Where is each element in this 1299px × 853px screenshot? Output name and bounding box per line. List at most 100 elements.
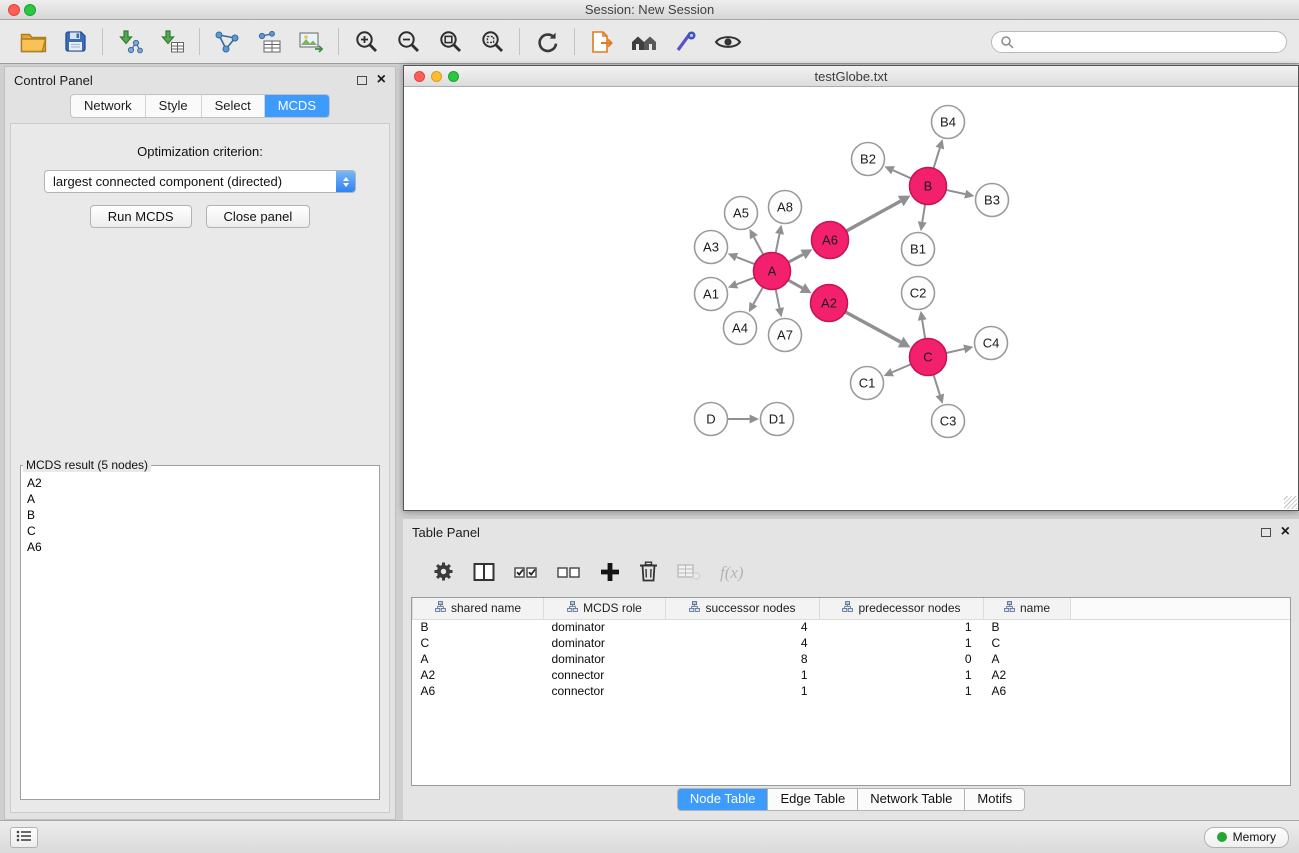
network-table-button[interactable] [251, 25, 287, 59]
edge-A-A4[interactable] [753, 287, 763, 304]
network-window-titlebar[interactable]: testGlobe.txt [404, 66, 1298, 87]
zoom-in-button[interactable] [348, 25, 384, 59]
network-node-A2[interactable]: A2 [811, 285, 848, 322]
add-row-button[interactable] [600, 562, 620, 585]
network-zoom-button[interactable] [448, 71, 459, 82]
cell-predecessor-nodes[interactable]: 0 [820, 651, 984, 667]
result-item[interactable]: B [27, 507, 373, 523]
edge-A2-C[interactable] [845, 312, 900, 342]
network-minimize-button[interactable] [431, 71, 442, 82]
table-row[interactable]: A2connector11A2 [413, 667, 1291, 683]
network-close-button[interactable] [414, 71, 425, 82]
network-node-A7[interactable]: A7 [769, 319, 802, 352]
network-node-A1[interactable]: A1 [695, 278, 728, 311]
network-node-C[interactable]: C [910, 339, 947, 376]
cell-MCDS-role[interactable]: dominator [544, 635, 666, 651]
task-history-button[interactable] [10, 827, 38, 848]
network-node-A6[interactable]: A6 [812, 222, 849, 259]
edge-A-A2[interactable] [788, 280, 802, 288]
cell-name[interactable]: B [984, 619, 1071, 635]
network-node-A4[interactable]: A4 [724, 312, 757, 345]
refresh-layout-button[interactable] [529, 25, 565, 59]
float-panel-icon[interactable] [357, 76, 367, 85]
network-node-B[interactable]: B [910, 168, 947, 205]
cell-MCDS-role[interactable]: dominator [544, 619, 666, 635]
export-document-button[interactable] [584, 25, 620, 59]
edge-A-A6[interactable] [788, 254, 803, 262]
tab-network[interactable]: Network [71, 95, 146, 117]
column-header-name[interactable]: name [984, 598, 1071, 619]
export-image-button[interactable] [293, 25, 329, 59]
result-item[interactable]: C [27, 523, 373, 539]
search-field[interactable] [991, 31, 1287, 53]
edge-B-B4[interactable] [934, 148, 940, 168]
tab-style[interactable]: Style [146, 95, 202, 117]
optimization-dropdown[interactable]: largest connected component (directed) [44, 170, 356, 193]
edge-A-A3[interactable] [736, 257, 754, 264]
open-session-button[interactable] [15, 25, 51, 59]
result-item[interactable]: A [27, 491, 373, 507]
run-mcds-button[interactable]: Run MCDS [90, 205, 192, 228]
edge-C-C3[interactable] [934, 375, 940, 395]
cell-MCDS-role[interactable]: connector [544, 667, 666, 683]
cell-shared-name[interactable]: A2 [413, 667, 544, 683]
cell-name[interactable]: C [984, 635, 1071, 651]
cell-predecessor-nodes[interactable]: 1 [820, 683, 984, 699]
result-item[interactable]: A6 [27, 539, 373, 555]
table-row[interactable]: Bdominator41B [413, 619, 1291, 635]
network-node-D[interactable]: D [695, 403, 728, 436]
network-node-A8[interactable]: A8 [769, 191, 802, 224]
edge-B-B1[interactable] [922, 204, 925, 222]
close-table-panel-icon[interactable] [1281, 527, 1290, 537]
zoom-out-button[interactable] [390, 25, 426, 59]
import-network-button[interactable] [112, 25, 148, 59]
cell-shared-name[interactable]: B [413, 619, 544, 635]
cell-predecessor-nodes[interactable]: 1 [820, 635, 984, 651]
tab-node-table[interactable]: Node Table [677, 788, 769, 811]
edge-A6-B[interactable] [846, 201, 900, 231]
result-item[interactable]: A2 [27, 475, 373, 491]
table-row[interactable]: Cdominator41C [413, 635, 1291, 651]
cell-name[interactable]: A [984, 651, 1071, 667]
network-node-A3[interactable]: A3 [695, 231, 728, 264]
network-node-B2[interactable]: B2 [852, 143, 885, 176]
table-settings-button[interactable] [433, 561, 454, 585]
close-panel-icon[interactable] [377, 75, 386, 85]
cell-predecessor-nodes[interactable]: 1 [820, 619, 984, 635]
network-view[interactable]: B4B2BB3A8A5A6A3B1AC2A1A2A4A7C4CC1C3DD1 [404, 87, 1298, 510]
close-panel-button[interactable]: Close panel [206, 205, 311, 228]
cell-shared-name[interactable]: A6 [413, 683, 544, 699]
tab-motifs[interactable]: Motifs [965, 788, 1025, 811]
deselect-all-button[interactable] [557, 563, 581, 584]
tab-select[interactable]: Select [202, 95, 265, 117]
cell-successor-nodes[interactable]: 1 [666, 667, 820, 683]
network-node-B1[interactable]: B1 [902, 233, 935, 266]
cell-successor-nodes[interactable]: 4 [666, 635, 820, 651]
style-annotation-button[interactable] [668, 25, 704, 59]
cell-successor-nodes[interactable]: 4 [666, 619, 820, 635]
column-header-successor-nodes[interactable]: successor nodes [666, 598, 820, 619]
show-hide-button[interactable] [710, 25, 746, 59]
cell-MCDS-role[interactable]: dominator [544, 651, 666, 667]
search-input[interactable] [1019, 35, 1278, 49]
network-node-A[interactable]: A [754, 253, 791, 290]
column-header-shared-name[interactable]: shared name [413, 598, 544, 619]
app-titlebar[interactable]: Session: New Session [0, 0, 1299, 20]
tab-mcds[interactable]: MCDS [265, 95, 329, 117]
network-node-C1[interactable]: C1 [851, 367, 884, 400]
edge-C-C2[interactable] [922, 320, 925, 339]
edge-A-A1[interactable] [737, 278, 755, 285]
zoom-fit-button[interactable] [432, 25, 468, 59]
edge-B-B2[interactable] [893, 170, 911, 178]
edge-A-A8[interactable] [776, 234, 780, 253]
zoom-window-button[interactable] [24, 4, 36, 16]
column-header-MCDS-role[interactable]: MCDS role [544, 598, 666, 619]
cell-shared-name[interactable]: C [413, 635, 544, 651]
edge-A-A5[interactable] [754, 237, 763, 255]
resize-grip-icon[interactable] [1284, 496, 1297, 509]
float-table-panel-icon[interactable] [1261, 528, 1271, 537]
zoom-selected-button[interactable] [474, 25, 510, 59]
table-row[interactable]: Adominator80A [413, 651, 1291, 667]
tab-edge-table[interactable]: Edge Table [768, 788, 858, 811]
select-all-button[interactable] [514, 563, 538, 584]
